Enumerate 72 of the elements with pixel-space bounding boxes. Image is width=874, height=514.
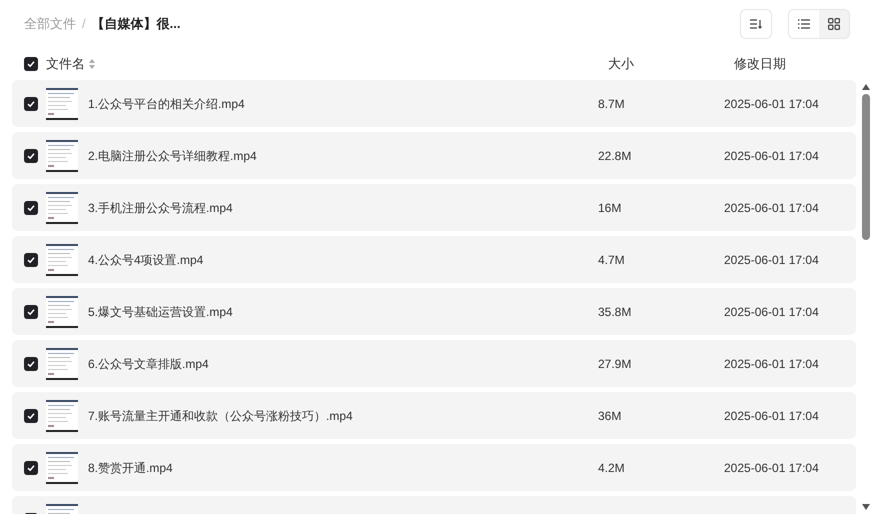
video-thumbnail [46,88,78,120]
video-thumbnail [46,244,78,276]
video-thumbnail [46,348,78,380]
file-row[interactable]: 8.赞赏开通.mp4 4.2M 2025-06-01 17:04 [12,444,856,491]
column-header: 大小 [608,55,635,74]
column-header: 文件名 [46,55,85,74]
check-icon [27,60,35,68]
scroll-up-icon [862,84,870,90]
file-row[interactable]: 2.电脑注册公众号详细教程.mp4 22.8M 2025-06-01 17:04 [12,132,856,179]
sort-icon [750,19,762,29]
file-size: 35.8M [598,304,632,320]
file-name[interactable]: 5.爆文号基础运营设置.mp4 [88,302,598,320]
breadcrumb-item: 【自媒体】很... [92,15,180,34]
checkbox[interactable] [24,148,38,162]
check-icon [27,256,35,264]
checkbox[interactable] [24,96,38,110]
modified-date: 2025-06-01 17:04 [724,408,819,424]
check-icon [27,464,35,472]
video-thumbnail [46,296,78,328]
file-row[interactable]: 1.公众号平台的相关介绍.mp4 8.7M 2025-06-01 17:04 [12,80,856,127]
file-row[interactable]: 4.公众号4项设置.mp4 4.7M 2025-06-01 17:04 [12,236,856,283]
file-name[interactable]: 8.赞赏开通.mp4 [88,458,598,476]
modified-date: 2025-06-01 17:04 [724,200,819,216]
breadcrumb-separator: / [82,15,86,34]
modified-date: 2025-06-01 17:04 [724,460,819,476]
video-thumbnail [46,192,78,224]
file-name[interactable]: 2.电脑注册公众号详细教程.mp4 [88,146,598,164]
check-icon [27,360,35,368]
file-size: 16M [598,200,622,216]
check-icon [27,412,35,420]
file-name[interactable]: 1.公众号平台的相关介绍.mp4 [88,94,598,112]
file-row[interactable]: 5.爆文号基础运营设置.mp4 35.8M 2025-06-01 17:04 [12,288,856,335]
checkbox[interactable] [24,356,38,370]
list-view-button[interactable] [789,10,819,38]
grid-icon [828,18,840,30]
file-size: 8.7M [598,96,626,112]
checkbox[interactable] [24,304,38,318]
video-thumbnail [46,140,78,172]
file-size: 36M [598,408,622,424]
file-row[interactable]: 3.手机注册公众号流程.mp4 16M 2025-06-01 17:04 [12,184,856,231]
file-size: 4.7M [598,252,626,268]
file-size: 22.8M [598,148,632,164]
checkbox[interactable] [24,408,38,422]
checkbox[interactable] [24,252,38,266]
file-row[interactable]: 7.账号流量主开通和收款（公众号涨粉技巧）.mp4 36M 2025-06-01 17:04 [12,392,856,439]
list-icon [798,19,810,29]
file-row[interactable]: 6.公众号文章排版.mp4 27.9M 2025-06-01 17:04 [12,340,856,387]
file-name[interactable]: 4.公众号4项设置.mp4 [88,250,598,268]
check-icon [27,204,35,212]
modified-date: 2025-06-01 17:04 [724,252,819,268]
check-icon [27,100,35,108]
sort-button[interactable] [740,9,772,39]
modified-date: 2025-06-01 17:04 [724,356,819,372]
modified-date: 2025-06-01 17:04 [724,148,819,164]
file-name[interactable]: 3.手机注册公众号流程.mp4 [88,198,598,216]
checkbox[interactable] [24,200,38,214]
check-icon [27,308,35,316]
modified-date: 2025-06-01 17:04 [724,304,819,320]
file-name[interactable]: 6.公众号文章排版.mp4 [88,354,598,372]
checkbox[interactable] [24,57,38,71]
file-size: 27.9M [598,356,632,372]
check-icon [27,152,35,160]
modified-date: 2025-06-01 17:04 [724,96,819,112]
checkbox[interactable] [24,460,38,474]
sort-icon [89,59,95,69]
file-size: 4.2M [598,460,626,476]
scroll-down-icon [862,504,870,510]
column-header: 修改日期 [734,55,786,74]
video-thumbnail [46,452,78,484]
file-name[interactable]: 7.账号流量主开通和收款（公众号涨粉技巧）.mp4 [88,406,598,424]
scrollbar-thumb[interactable] [862,94,870,240]
video-thumbnail [46,400,78,432]
